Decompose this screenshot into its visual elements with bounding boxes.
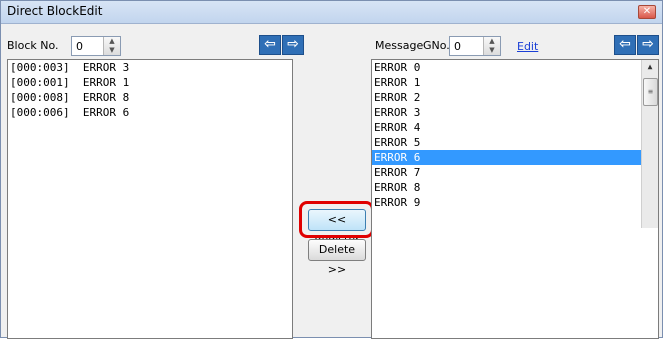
message-list-item[interactable]: ERROR 4 [372,120,658,135]
delete-button[interactable]: Delete >> [308,239,366,276]
message-list-item[interactable]: ERROR 0 [372,60,658,75]
block-list-item[interactable]: [000:003] ERROR 3 [8,60,292,75]
register-button[interactable]: << Register [308,209,366,246]
window-title: Direct BlockEdit [7,4,103,18]
spinner-arrows-icon[interactable]: ▲ ▼ [483,37,500,55]
message-list[interactable]: ERROR 0 ERROR 1 ERROR 2 ERROR 3 ERROR 4 … [371,59,659,339]
spinner-arrows-icon[interactable]: ▲ ▼ [103,37,120,55]
block-no-value: 0 [76,40,83,53]
right-arrow-icon[interactable]: ⇨ [637,35,659,55]
left-arrow-icon[interactable]: ⇦ [614,35,636,55]
title-bar: Direct BlockEdit ✕ [1,1,662,24]
right-arrow-icon[interactable]: ⇨ [282,35,304,55]
block-list-item[interactable]: [000:001] ERROR 1 [8,75,292,90]
right-nav-arrows: ⇦ ⇨ [614,35,659,55]
message-list-item[interactable]: ERROR 1 [372,75,658,90]
message-list-item[interactable]: ERROR 2 [372,90,658,105]
direct-blockedit-window: Direct BlockEdit ✕ Block No. 0 ▲ ▼ ⇦ ⇨ [0… [0,0,663,339]
block-list-item[interactable]: [000:006] ERROR 6 [8,105,292,120]
gno-value: 0 [454,40,461,53]
message-label: Message [375,39,424,52]
scroll-thumb[interactable]: ≡ [643,78,658,106]
edit-link[interactable]: Edit [517,40,538,53]
close-icon[interactable]: ✕ [638,5,656,19]
left-arrow-icon[interactable]: ⇦ [259,35,281,55]
message-list-item-selected[interactable]: ERROR 6 [372,150,658,165]
block-no-spinner[interactable]: 0 ▲ ▼ [71,36,121,56]
gno-spinner[interactable]: 0 ▲ ▼ [449,36,501,56]
message-list-item[interactable]: ERROR 5 [372,135,658,150]
message-list-item[interactable]: ERROR 3 [372,105,658,120]
message-list-scrollbar[interactable]: ▲ ≡ [641,60,658,228]
message-list-item[interactable]: ERROR 7 [372,165,658,180]
scroll-up-icon[interactable]: ▲ [642,62,658,71]
gno-label: GNo. [423,39,450,52]
block-no-label: Block No. [7,39,59,52]
message-list-item[interactable]: ERROR 8 [372,180,658,195]
block-list-item[interactable]: [000:008] ERROR 8 [8,90,292,105]
left-nav-arrows: ⇦ ⇨ [259,35,304,55]
message-list-item[interactable]: ERROR 9 [372,195,658,210]
block-list[interactable]: [000:003] ERROR 3 [000:001] ERROR 1 [000… [7,59,293,339]
